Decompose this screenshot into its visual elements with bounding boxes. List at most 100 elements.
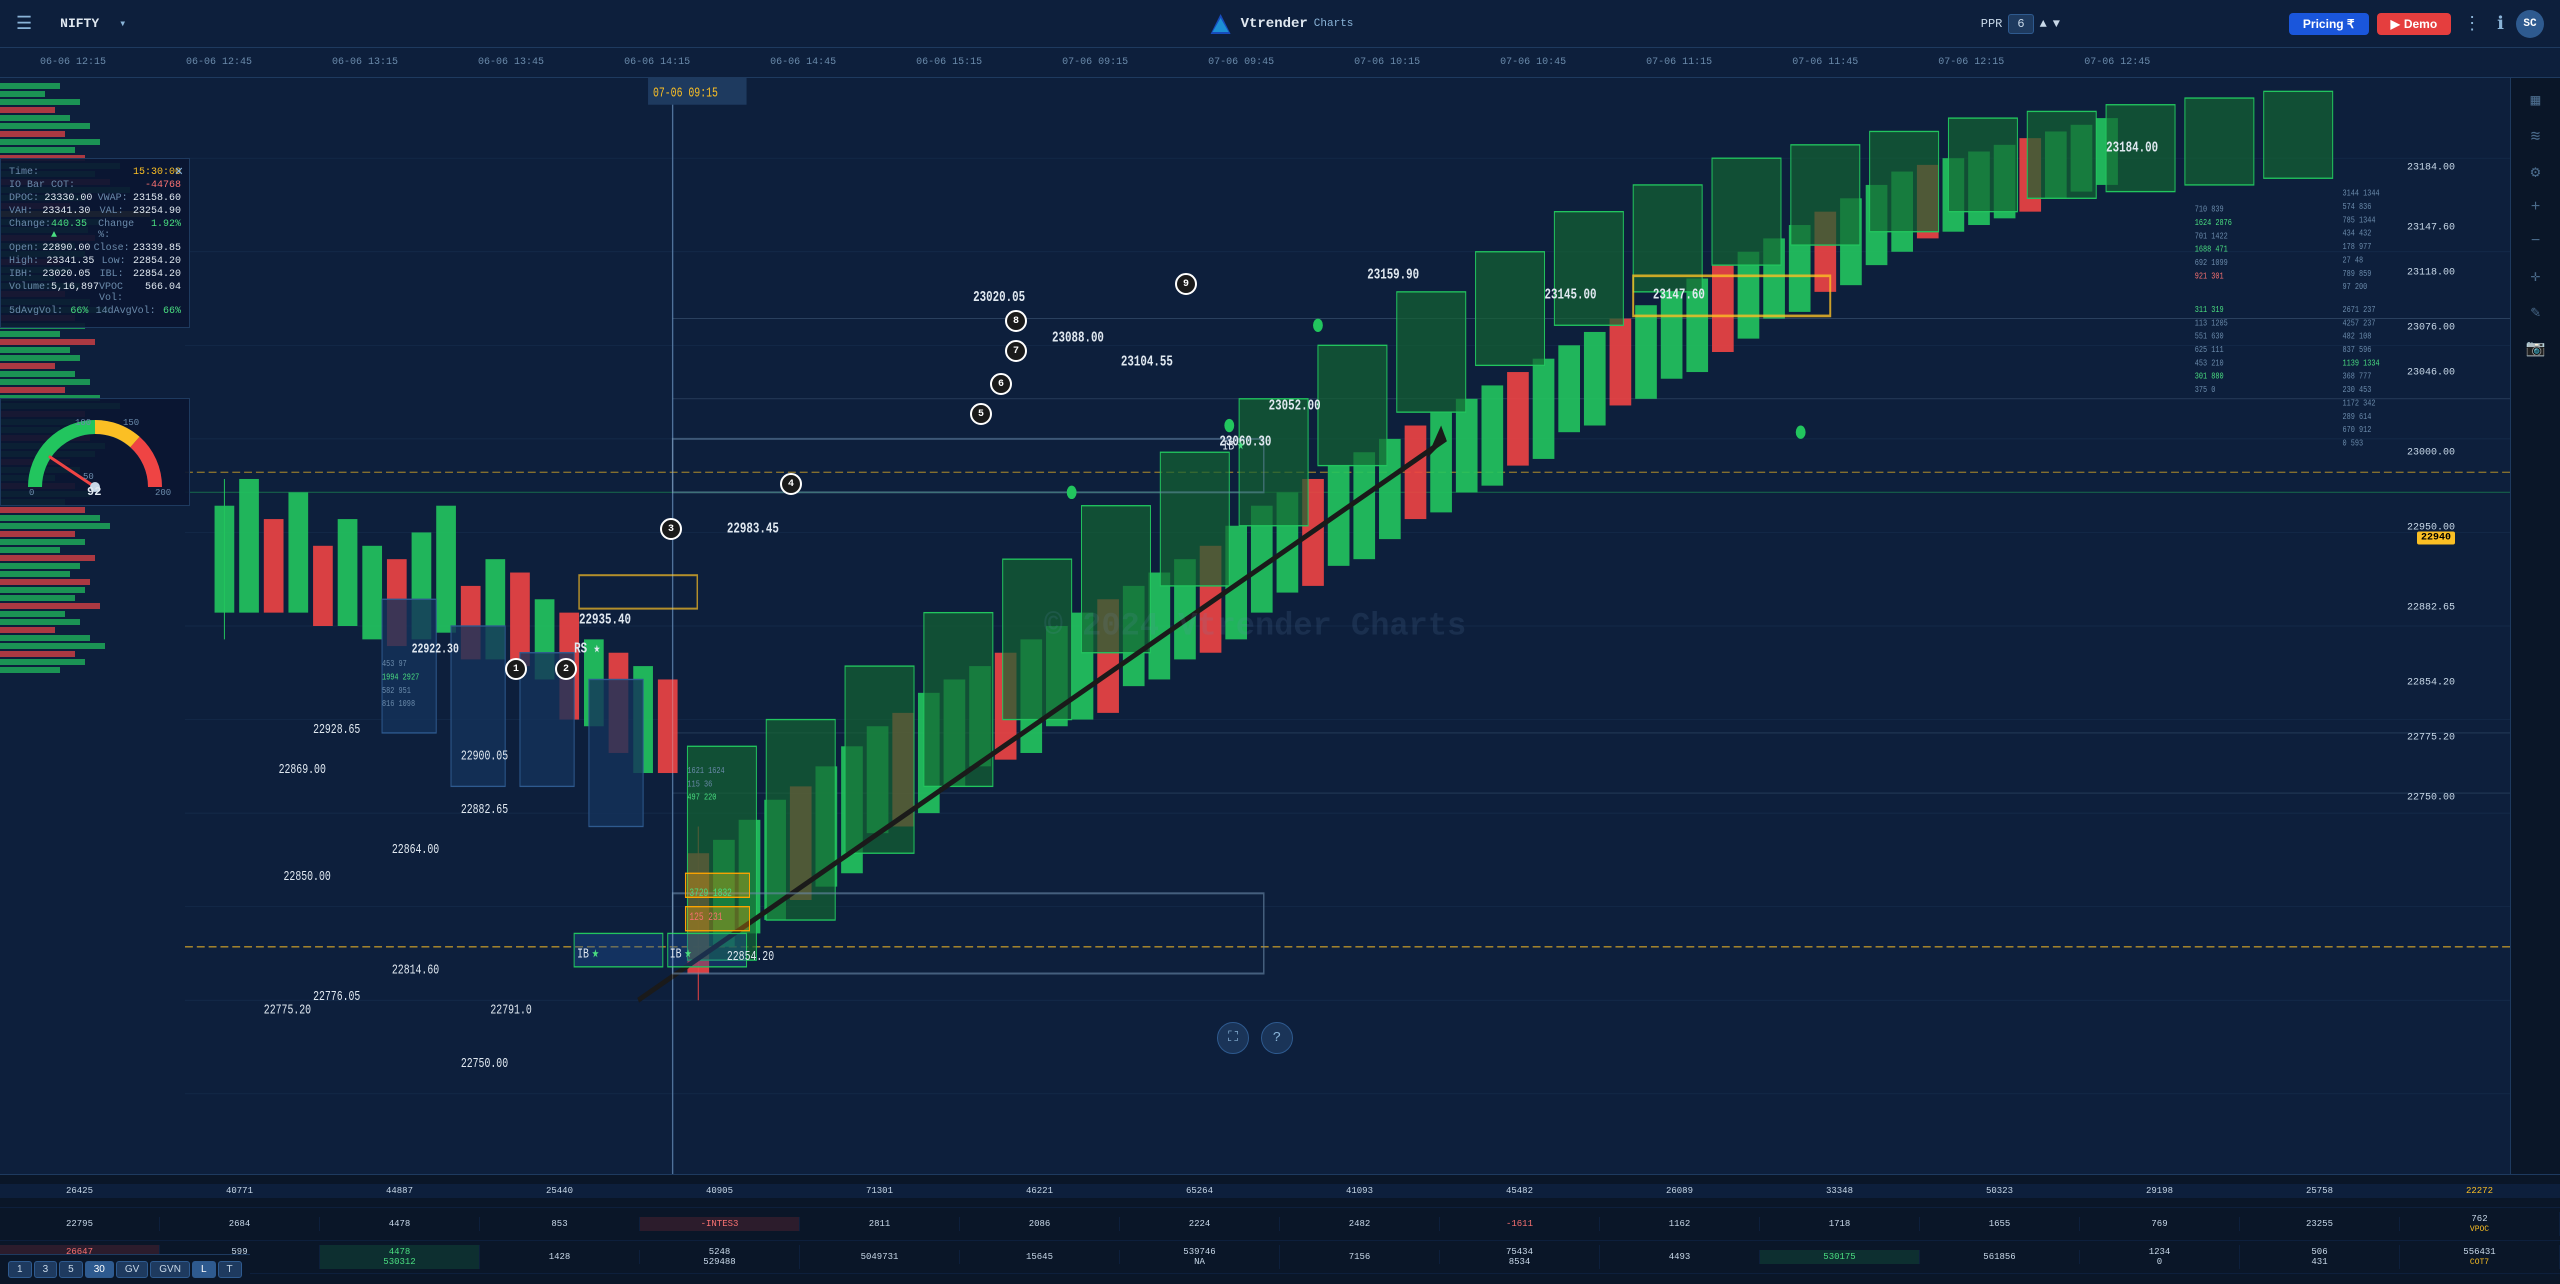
annotation-circle-6: 6 bbox=[990, 373, 1012, 395]
annotation-circle-1: 1 bbox=[505, 658, 527, 680]
interval-3-button[interactable]: 3 bbox=[34, 1261, 58, 1278]
annotation-circle-5: 5 bbox=[970, 403, 992, 425]
demo-button[interactable]: ▶ Demo bbox=[2377, 13, 2452, 35]
vol-header-1: 26425 bbox=[0, 1184, 160, 1198]
demo-icon: ▶ bbox=[2391, 17, 2400, 31]
vol-data3-4: 1428 bbox=[480, 1250, 640, 1264]
svg-text:1139 1334: 1139 1334 bbox=[2343, 359, 2380, 369]
vol-data-16: 762VPOC bbox=[2400, 1212, 2560, 1236]
hamburger-menu-icon[interactable]: ☰ bbox=[0, 13, 48, 35]
annotation-circle-2: 2 bbox=[555, 658, 577, 680]
info-button[interactable]: ℹ bbox=[2493, 9, 2508, 38]
vpoc-label: VPOC Vol: bbox=[99, 282, 145, 304]
time-label-13: 07-06 11:45 bbox=[1752, 57, 1898, 68]
svg-text:785 1344: 785 1344 bbox=[2343, 216, 2376, 226]
volume-label: Volume: bbox=[9, 282, 51, 304]
demo-label: Demo bbox=[2404, 17, 2437, 31]
avg14d-value: 66% bbox=[163, 306, 181, 317]
vol-data3-7: 15645 bbox=[960, 1250, 1120, 1264]
svg-text:200: 200 bbox=[155, 488, 171, 497]
svg-text:482 108: 482 108 bbox=[2343, 332, 2372, 342]
info-panel: ✕ Time: 15:30:00 IO Bar COT: -44768 DPOC… bbox=[0, 158, 190, 328]
chart-canvas[interactable]: 07-06 09:15 23020.05 23104.55 23088.00 2… bbox=[185, 78, 2510, 1174]
svg-text:1621 1624: 1621 1624 bbox=[687, 766, 724, 776]
svg-text:22922.30: 22922.30 bbox=[412, 641, 459, 657]
interval-5-button[interactable]: 5 bbox=[59, 1261, 83, 1278]
logo: Vtrender Charts bbox=[1207, 10, 1354, 38]
center-controls: ⛶ ? bbox=[1217, 1022, 1293, 1054]
price-label-23000: 23000.00 bbox=[2407, 448, 2455, 459]
vol-data3-16: 556431COT7 bbox=[2400, 1245, 2560, 1269]
ppr-down-icon[interactable]: ▼ bbox=[2053, 17, 2060, 31]
interval-1-button[interactable]: 1 bbox=[8, 1261, 32, 1278]
vah-label: VAH: bbox=[9, 206, 33, 217]
svg-text:497 220: 497 220 bbox=[687, 793, 716, 803]
gvn-button[interactable]: GVN bbox=[150, 1261, 190, 1278]
pricing-button[interactable]: Pricing ₹ bbox=[2289, 13, 2369, 35]
svg-text:23020.05: 23020.05 bbox=[973, 289, 1025, 306]
svg-text:23159.90: 23159.90 bbox=[1367, 266, 1419, 283]
zoom-in-icon[interactable]: + bbox=[2527, 194, 2545, 220]
interval-30-button[interactable]: 30 bbox=[85, 1261, 114, 1278]
menu-dots-button[interactable]: ⋮ bbox=[2459, 9, 2485, 38]
vol-header-15: 25758 bbox=[2240, 1184, 2400, 1198]
svg-text:22750.00: 22750.00 bbox=[461, 1056, 508, 1072]
screenshot-icon[interactable]: 📷 bbox=[2522, 334, 2550, 362]
svg-text:368 777: 368 777 bbox=[2343, 372, 2372, 382]
fullscreen-button[interactable]: ⛶ bbox=[1217, 1022, 1249, 1054]
svg-text:22928.65: 22928.65 bbox=[313, 722, 360, 738]
svg-text:789 859: 789 859 bbox=[2343, 269, 2372, 279]
symbol-dropdown-icon[interactable]: ▾ bbox=[111, 16, 134, 31]
svg-text:22882.65: 22882.65 bbox=[461, 802, 508, 818]
avatar-button[interactable]: SC bbox=[2516, 10, 2544, 38]
ppr-value[interactable]: 6 bbox=[2008, 14, 2033, 34]
vol-header-12: 33348 bbox=[1760, 1184, 1920, 1198]
high-label: High: bbox=[9, 256, 39, 267]
gauge-svg: 0 100 150 200 50 92 bbox=[15, 407, 175, 497]
time-label-6: 06-06 14:45 bbox=[730, 57, 876, 68]
io-bar-cot-value: -44768 bbox=[145, 180, 181, 191]
t-button[interactable]: T bbox=[218, 1261, 242, 1278]
svg-text:453 210: 453 210 bbox=[2195, 359, 2224, 369]
vol-data3-8: 539746NA bbox=[1120, 1245, 1280, 1269]
chart-type-icon[interactable]: ▦ bbox=[2527, 86, 2545, 114]
svg-text:701 1422: 701 1422 bbox=[2195, 232, 2228, 242]
help-button[interactable]: ? bbox=[1261, 1022, 1293, 1054]
svg-text:RS ★: RS ★ bbox=[574, 640, 600, 657]
price-label-22750: 22750.00 bbox=[2407, 793, 2455, 804]
settings-icon[interactable]: ⚙ bbox=[2527, 158, 2545, 186]
close-label: Close: bbox=[94, 243, 130, 254]
time-label-15: 07-06 12:45 bbox=[2044, 57, 2190, 68]
indicator-icon[interactable]: ≋ bbox=[2527, 122, 2545, 150]
bottom-section: 26425 40771 44887 25440 40905 71301 4622… bbox=[0, 1174, 2560, 1284]
vol-data-6: 2811 bbox=[800, 1217, 960, 1231]
vol-data3-12: 530175 bbox=[1760, 1250, 1920, 1264]
time-label-2: 06-06 12:45 bbox=[146, 57, 292, 68]
ibl-value: 22854.20 bbox=[133, 269, 181, 280]
vol-data3-3: 4478530312 bbox=[320, 1245, 480, 1269]
chart-area[interactable]: © 2024 Vtrender Charts ✕ Time: 15:30:00 … bbox=[0, 78, 2510, 1174]
annotation-circle-7: 7 bbox=[1005, 340, 1027, 362]
crosshair-icon[interactable]: ✛ bbox=[2527, 262, 2545, 290]
price-label-22900: 22882.65 bbox=[2407, 603, 2455, 614]
ppr-up-icon[interactable]: ▲ bbox=[2040, 17, 2047, 31]
vol-data-14: 769 bbox=[2080, 1217, 2240, 1231]
vol-data3-5: 5248529488 bbox=[640, 1245, 800, 1269]
price-label-22800: 22775.20 bbox=[2407, 733, 2455, 744]
volume-data-row-2: 26647-536 599397 4478530312 1428 5248529… bbox=[0, 1241, 2560, 1274]
draw-icon[interactable]: ✎ bbox=[2527, 298, 2545, 326]
zoom-out-icon[interactable]: − bbox=[2527, 228, 2545, 254]
vol-data3-13: 561856 bbox=[1920, 1250, 2080, 1264]
svg-text:670 912: 670 912 bbox=[2343, 425, 2372, 435]
gv-button[interactable]: GV bbox=[116, 1261, 148, 1278]
vol-data3-10: 754348534 bbox=[1440, 1245, 1600, 1269]
annotation-circle-3: 3 bbox=[660, 518, 682, 540]
price-label-22850: 22854.20 bbox=[2407, 678, 2455, 689]
vol-header-11: 26089 bbox=[1600, 1184, 1760, 1198]
svg-text:582 951: 582 951 bbox=[382, 686, 411, 696]
close-info-button[interactable]: ✕ bbox=[175, 163, 183, 180]
l-button[interactable]: L bbox=[192, 1261, 216, 1278]
vol-data-5: -INTES3 bbox=[640, 1217, 800, 1231]
vol-header-16: 22272 bbox=[2400, 1184, 2560, 1198]
avg14d-label: 14dAvgVol: bbox=[96, 306, 156, 317]
